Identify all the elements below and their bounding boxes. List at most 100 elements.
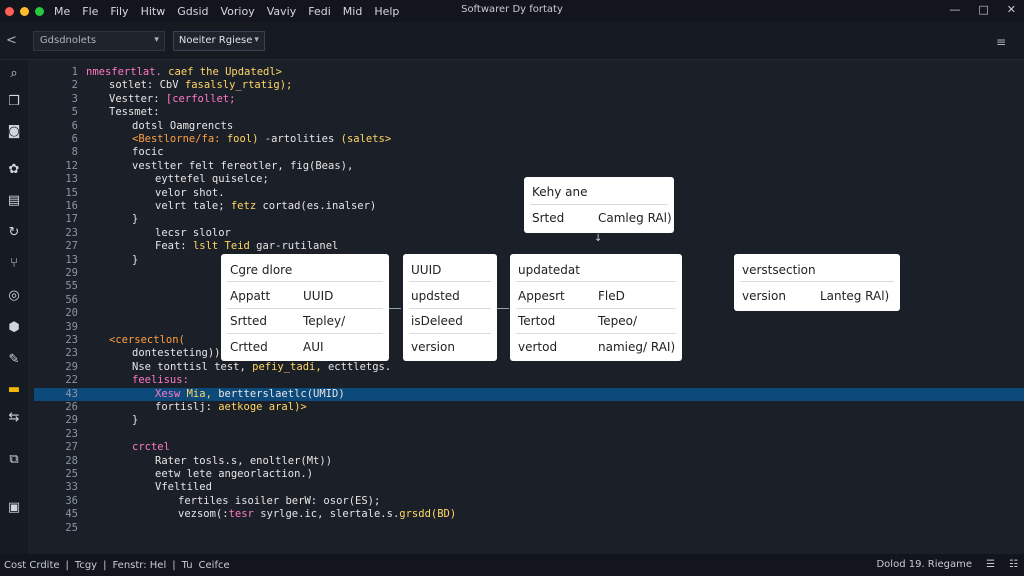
code-text: dontesteting))> [132, 347, 227, 360]
code-token: tosls.s, [192, 454, 250, 467]
line-number: 22 [65, 374, 78, 387]
code-line[interactable]: 27 crctel [34, 441, 1024, 454]
code-text: feelisus: [132, 374, 189, 387]
key-name-card[interactable]: Kehy ane Srted Camleg RAl) [524, 177, 674, 233]
code-text: Rater tosls.s, enoltler(Mt)) [155, 455, 332, 468]
code-line[interactable]: 25 [34, 522, 1024, 535]
status-item[interactable]: Tcgy [75, 560, 97, 571]
code-text: Feat: lslt Teid gar-rutilanel [155, 240, 338, 253]
code-line[interactable]: 2 sotlet: CbV fasalsly_rtatig); [34, 79, 1024, 92]
menu-item[interactable]: Gdsid [177, 5, 208, 18]
code-line[interactable]: 29} [34, 414, 1024, 427]
maximize-icon[interactable]: □ [978, 3, 988, 16]
badge-icon[interactable]: ⬢ [6, 320, 22, 336]
uuid-card[interactable]: UUID updsted isDeleed version [403, 254, 497, 361]
card-cell: Lanteg RAl) [820, 289, 890, 303]
terminal-icon[interactable]: ▣ [6, 500, 22, 516]
code-token: tonttisl test, [157, 360, 253, 373]
file-icon[interactable]: ❒ [6, 94, 22, 110]
code-line[interactable]: 8 focic [34, 146, 1024, 159]
versection-card[interactable]: verstsection version Lanteg RAl) [734, 254, 900, 311]
menu-item[interactable]: Hitw [141, 5, 166, 18]
back-arrow-icon[interactable]: < [6, 33, 17, 48]
menu-item[interactable]: Fle [82, 5, 98, 18]
code-line[interactable]: 22 feelisus: [34, 374, 1024, 387]
settings-icon[interactable]: ✿ [6, 162, 22, 178]
status-position[interactable]: Dolod 19. Riegame [876, 559, 972, 570]
project-select[interactable]: Gdsdnolets ▾ [32, 30, 165, 51]
code-line[interactable]: 26 fortislj: aetkoge aral)> [34, 401, 1024, 414]
line-number: 23 [65, 347, 78, 360]
code-line[interactable]: 1 nmesfertlat. caef the Updatedl> [34, 66, 1024, 79]
sync-icon[interactable]: ↻ [6, 225, 22, 241]
code-text: Vestter: [cerfollet; [109, 93, 235, 106]
card-title: verstsection [742, 263, 816, 277]
code-text: vezsom(:tesr syrlge.ic, slertale.s.grsdd… [178, 508, 456, 521]
code-token: caef [161, 66, 200, 78]
minimize-window-dot[interactable] [20, 6, 29, 16]
menu-item[interactable]: Vaviy [267, 5, 297, 18]
branch-icon[interactable]: ⑂ [6, 256, 22, 272]
close-icon[interactable]: ✕ [1007, 3, 1016, 16]
card-title: UUID [411, 263, 442, 277]
code-line[interactable]: 3 Vestter: [cerfollet; [34, 93, 1024, 106]
chat-icon[interactable]: ◎ [6, 288, 22, 304]
layout-icon[interactable]: ☷ [1009, 559, 1018, 570]
status-item[interactable]: Fenstr: Hel [112, 560, 166, 571]
code-editor[interactable]: 25 45 vezsom(:tesr syrlge.ic, slertale.s.g… [34, 60, 1024, 554]
minimize-icon[interactable]: — [949, 3, 960, 16]
code-line[interactable]: 25 eetw lete angeorlaction.) [34, 468, 1024, 481]
status-item[interactable]: Cost Crdite [4, 560, 60, 571]
menu-item[interactable]: Help [374, 5, 399, 18]
code-line[interactable]: 33 Vfeltiled [34, 481, 1024, 494]
code-text: nmesfertlat. caef the Updatedl> [86, 66, 282, 79]
line-number: 17 [65, 213, 78, 226]
code-line[interactable]: 43 Xesw Mia, bertterslaetlc(UMID) [34, 387, 1024, 401]
menu-item[interactable]: Me [54, 5, 70, 18]
code-token: bertterslaetlc(UMID) [218, 387, 345, 400]
copy-icon[interactable]: ⧉ [6, 452, 22, 468]
code-token: velor shot. [155, 186, 225, 199]
menu-item[interactable]: Fedi [308, 5, 331, 18]
close-window-dot[interactable] [5, 6, 14, 16]
title-bar: Me Fle Fily Hitw Gdsid Vorioy Vaviy Fedi… [0, 0, 1024, 22]
image-icon[interactable]: ▤ [6, 193, 22, 209]
folder-icon[interactable]: ▬ [6, 382, 22, 398]
code-line[interactable]: 12 vestlter felt fereotler, fig(Beas), [34, 160, 1024, 173]
code-line[interactable]: 45 vezsom(:tesr syrlge.ic, slertale.s.grs… [34, 508, 1024, 521]
code-line[interactable]: 23 [34, 428, 1024, 441]
card-cell: Tepeo/ [598, 314, 638, 328]
code-line[interactable]: 6 dotsl Oamgrencts [34, 120, 1024, 133]
code-token: dontesteting))> [132, 347, 227, 360]
card-cell: Camleg RAl) [598, 211, 672, 225]
status-item[interactable]: Tu [182, 560, 193, 571]
line-number: 6 [71, 119, 78, 132]
code-text: Nse tonttisl test, pefiy_tadi, ecttletgs… [132, 361, 391, 374]
code-line[interactable]: 36 fertiles isoiler berW: osor(ES); [34, 495, 1024, 508]
code-token: feelisus: [132, 374, 189, 387]
code-line[interactable]: 27 Feat: lslt Teid gar-rutilanel [34, 240, 1024, 253]
line-number: 6 [71, 133, 78, 145]
menu-item[interactable]: Fily [110, 5, 128, 18]
menu-icon[interactable]: ≡ [996, 35, 1006, 49]
code-line[interactable]: 29 Nse tonttisl test, pefiy_tadi, ecttlet… [34, 361, 1024, 374]
code-token: fortislj: [155, 401, 219, 413]
code-token: isoiler [234, 494, 286, 507]
shield-icon[interactable]: ◙ [6, 124, 22, 140]
card-cell: Appatt [230, 289, 271, 303]
edit-icon[interactable]: ✎ [6, 352, 22, 368]
search-icon[interactable]: ⌕ [6, 66, 22, 82]
code-line[interactable]: 5 Tessmet: [34, 106, 1024, 119]
status-item[interactable]: Ceifce [199, 560, 230, 571]
menu-item[interactable]: Mid [343, 5, 363, 18]
menu-item[interactable]: Vorioy [221, 5, 255, 18]
maximize-window-dot[interactable] [35, 6, 44, 16]
code-line[interactable]: 6 <Bestlorne/fa: fool) -artolities (salet… [34, 133, 1024, 146]
updated-card[interactable]: updatedat Appesrt FleD Tertod Tepeo/ ver… [510, 254, 682, 361]
split-icon[interactable]: ⇆ [6, 410, 22, 426]
card-cell: version [742, 289, 786, 303]
code-line[interactable]: 28 Rater tosls.s, enoltler(Mt)) [34, 455, 1024, 468]
list-icon[interactable]: ☰ [986, 559, 995, 570]
core-card[interactable]: Cgre dlore Appatt UUID Srtted Tepley/ Cr… [221, 254, 389, 361]
file-select[interactable]: Noeiter Rgiese ▾ [172, 30, 265, 51]
